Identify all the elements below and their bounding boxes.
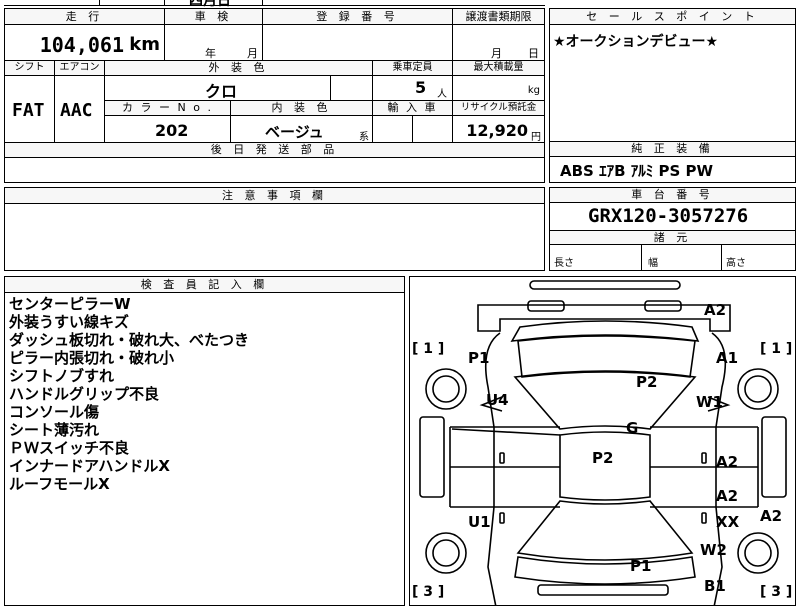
shift-value: FAT (12, 100, 45, 121)
color-no-value: 202 (155, 121, 189, 140)
specs-header: 諸 元 (550, 230, 795, 245)
width-label: 幅 (648, 258, 658, 269)
vehicle-info-table: 走 行 車 検 登 録 番 号 譲渡書類期限 104,061 km 年 月 月 … (4, 8, 545, 183)
inspector-line: シート薄汚れ (9, 421, 100, 439)
mileage-unit: km (129, 34, 160, 55)
inspector-header: 検 査 員 記 入 欄 (5, 277, 404, 293)
damage-mark-xx: XX (716, 513, 740, 531)
shaken-month-unit: 月 (247, 47, 258, 60)
equipment-header: 純 正 装 備 (550, 142, 795, 157)
import-cell-a (373, 116, 413, 143)
recycle-value: 12,920 (466, 121, 528, 140)
maxload-unit: kg (527, 85, 540, 96)
inspector-line: ルーフモールX (9, 475, 110, 493)
registration-header: 登 録 番 号 (263, 9, 453, 25)
inspector-line: インナードアハンドルX (9, 457, 170, 475)
damage-mark-w1: W1 (696, 393, 723, 411)
damage-mark-a2-right-door: A2 (716, 453, 739, 471)
damage-mark-u4: U4 (486, 391, 509, 409)
bracket-bottom-right: [ 3 ] (760, 584, 793, 600)
damage-mark-b1: B1 (704, 577, 726, 595)
damage-mark-a1-front-right: A1 (716, 349, 739, 367)
length-label: 長さ (554, 258, 574, 269)
transfer-month-unit: 月 (491, 47, 502, 60)
damage-mark-a2-top: A2 (704, 301, 727, 319)
interior-value: ベージュ (265, 123, 324, 141)
inspector-notes: センターピラーW 外装うすい線キズ ダッシュ板切れ・破れ大、べたつき ピラー内張… (9, 295, 249, 493)
inspector-line: 外装うすい線キズ (9, 313, 130, 331)
inspector-line: センターピラーW (9, 295, 131, 313)
color-no-header: カ ラ ー N o . (105, 101, 231, 116)
aircon-value: AAC (60, 100, 93, 121)
mileage-value: 104,061 (39, 33, 124, 57)
import-header: 輸 入 車 (373, 101, 453, 116)
chassis-header: 車 台 番 号 (550, 188, 795, 203)
bracket-top-right: [ 1 ] (760, 341, 793, 357)
damage-mark-g: G (626, 419, 639, 437)
notes-box: 注 意 事 項 欄 (4, 187, 545, 271)
inspector-line: ＰＷスイッチ不良 (9, 439, 130, 457)
transfer-day-unit: 日 (528, 47, 539, 60)
inspector-line: ハンドルグリップ不良 (9, 385, 160, 403)
damage-mark-p1-front-left: P1 (468, 349, 490, 367)
capacity-value: 5 (415, 78, 427, 97)
equipment-text: ABS ｴｱB ｱﾙﾐ PS PW (560, 162, 714, 180)
shaken-header: 車 検 (165, 9, 263, 25)
car-diagram-box: [ 1 ] [ 1 ] [ 3 ] [ 3 ] A2 P1 A1 P2 U4 W… (409, 276, 796, 606)
inspector-line: シフトノブすれ (9, 367, 115, 385)
sales-point-header: セ ー ル ス ポ イ ン ト (550, 9, 795, 25)
inspector-line: ピラー内張切れ・破れ小 (9, 349, 175, 367)
top-partial-row: 四月日 (4, 0, 545, 9)
transfer-header: 譲渡書類期限 (453, 9, 544, 25)
exterior-header: 外 装 色 (105, 61, 373, 76)
damage-mark-p1-rear: P1 (630, 557, 652, 575)
recycle-header: リサイクル預託金 (453, 101, 544, 116)
damage-mark-w2: W2 (700, 541, 727, 559)
sales-point-box: セ ー ル ス ポ イ ン ト ★オークションデビュー★ (549, 8, 796, 143)
damage-mark-a2-right-side: A2 (760, 507, 783, 525)
registration-value (263, 25, 453, 61)
shaken-year-unit: 年 (205, 47, 216, 60)
damage-mark-a2-right-rear-door: A2 (716, 487, 739, 505)
exterior-value: クロ (205, 82, 238, 101)
parts-value (5, 158, 544, 182)
chassis-box: 車 台 番 号 GRX120-3057276 諸 元 長さ 幅 高さ (549, 187, 796, 271)
aircon-header: エアコン (55, 61, 105, 76)
notes-header: 注 意 事 項 欄 (5, 188, 544, 204)
bracket-bottom-left: [ 3 ] (412, 584, 445, 600)
mileage-header: 走 行 (5, 9, 165, 25)
import-cell-b (413, 116, 453, 143)
inspector-box: 検 査 員 記 入 欄 センターピラーW 外装うすい線キズ ダッシュ板切れ・破れ… (4, 276, 405, 606)
equipment-box: 純 正 装 備 ABS ｴｱB ｱﾙﾐ PS PW (549, 141, 796, 183)
damage-mark-u1: U1 (468, 513, 491, 531)
bracket-top-left: [ 1 ] (412, 341, 445, 357)
capacity-header: 乗車定員 (373, 61, 453, 76)
maxload-header: 最大積載量 (453, 61, 544, 76)
damage-mark-p2-roof: P2 (592, 449, 614, 467)
capacity-unit: 人 (437, 89, 447, 100)
damage-mark-p2-dash: P2 (636, 373, 658, 391)
shift-header: シフト (5, 61, 55, 76)
inspector-line: ダッシュ板切れ・破れ大、べたつき (9, 331, 250, 349)
inspector-line: コンソール傷 (9, 403, 100, 421)
car-diagram (419, 280, 787, 605)
recycle-unit: 円 (531, 132, 541, 143)
interior-suffix: 系 (359, 132, 369, 143)
parts-header: 後 日 発 送 部 品 (5, 143, 544, 158)
sales-point-text: ★オークションデビュー★ (553, 34, 719, 50)
chassis-value: GRX120-3057276 (588, 205, 749, 227)
height-label: 高さ (726, 258, 746, 269)
interior-header: 内 装 色 (231, 101, 373, 116)
